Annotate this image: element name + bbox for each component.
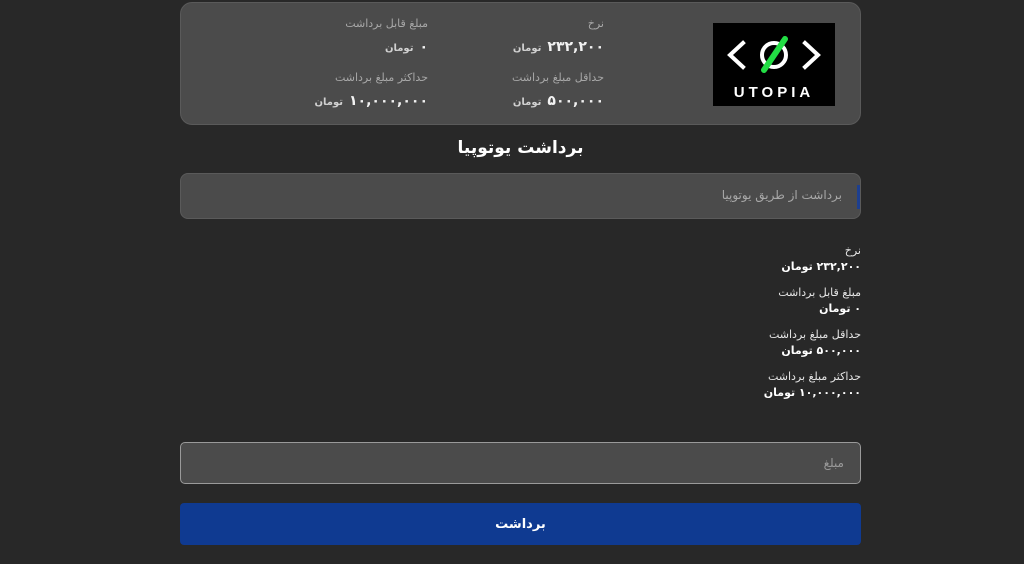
logo-wordmark: UTOPIA [734,84,814,101]
available-stat: مبلغ قابل برداشت ۰ تومان [345,17,428,55]
min-value: ۵۰۰,۰۰۰ [547,93,604,109]
available-unit: تومان [384,43,414,54]
withdraw-details: نرخ ۲۳۲,۲۰۰ تومان مبلغ قابل برداشت ۰ توم… [764,244,861,412]
detail-row-min: حداقل مبلغ برداشت ۵۰۰,۰۰۰ تومان [764,328,861,357]
detail-row-available: مبلغ قابل برداشت ۰ تومان [764,286,861,315]
detail-value: ۲۳۲,۲۰۰ تومان [781,260,861,273]
max-label: حداکثر مبلغ برداشت [334,71,428,84]
page-title: برداشت یوتوپیا [457,138,584,158]
detail-label: حداکثر مبلغ برداشت [767,370,861,383]
withdraw-method-text: برداشت از طریق یوتوپیا [721,188,842,202]
detail-row-max: حداکثر مبلغ برداشت ۱۰,۰۰۰,۰۰۰ تومان [764,370,861,399]
detail-row-rate: نرخ ۲۳۲,۲۰۰ تومان [764,244,861,273]
available-value: ۰ [419,39,428,55]
amount-input[interactable] [180,442,861,484]
rate-value: ۲۳۲,۲۰۰ [547,39,604,55]
rate-label: نرخ [587,17,604,30]
max-value: ۱۰,۰۰۰,۰۰۰ [349,93,428,109]
withdraw-method-select[interactable]: برداشت از طریق یوتوپیا [180,173,861,219]
detail-value: ۵۰۰,۰۰۰ تومان [781,344,861,357]
available-label: مبلغ قابل برداشت [345,17,428,30]
rate-stat: نرخ ۲۳۲,۲۰۰ تومان [513,17,604,55]
rate-unit: تومان [512,43,542,54]
detail-value: ۰ تومان [819,302,861,315]
min-unit: تومان [512,97,542,108]
detail-label: مبلغ قابل برداشت [778,286,861,299]
utopia-logo: UTOPIA [713,23,835,106]
detail-label: حداقل مبلغ برداشت [768,328,861,341]
detail-value: ۱۰,۰۰۰,۰۰۰ تومان [763,386,861,399]
min-stat: حداقل مبلغ برداشت ۵۰۰,۰۰۰ تومان [512,71,604,109]
withdraw-button[interactable]: برداشت [180,503,861,545]
max-stat: حداکثر مبلغ برداشت ۱۰,۰۰۰,۰۰۰ تومان [314,71,428,109]
utopia-logo-icon: UTOPIA [727,36,821,101]
min-label: حداقل مبلغ برداشت [511,71,604,84]
detail-label: نرخ [844,244,861,257]
select-indicator [857,185,860,209]
max-unit: تومان [314,97,343,108]
info-card: UTOPIA نرخ ۲۳۲,۲۰۰ تومان مبلغ قابل برداشت… [180,2,861,125]
